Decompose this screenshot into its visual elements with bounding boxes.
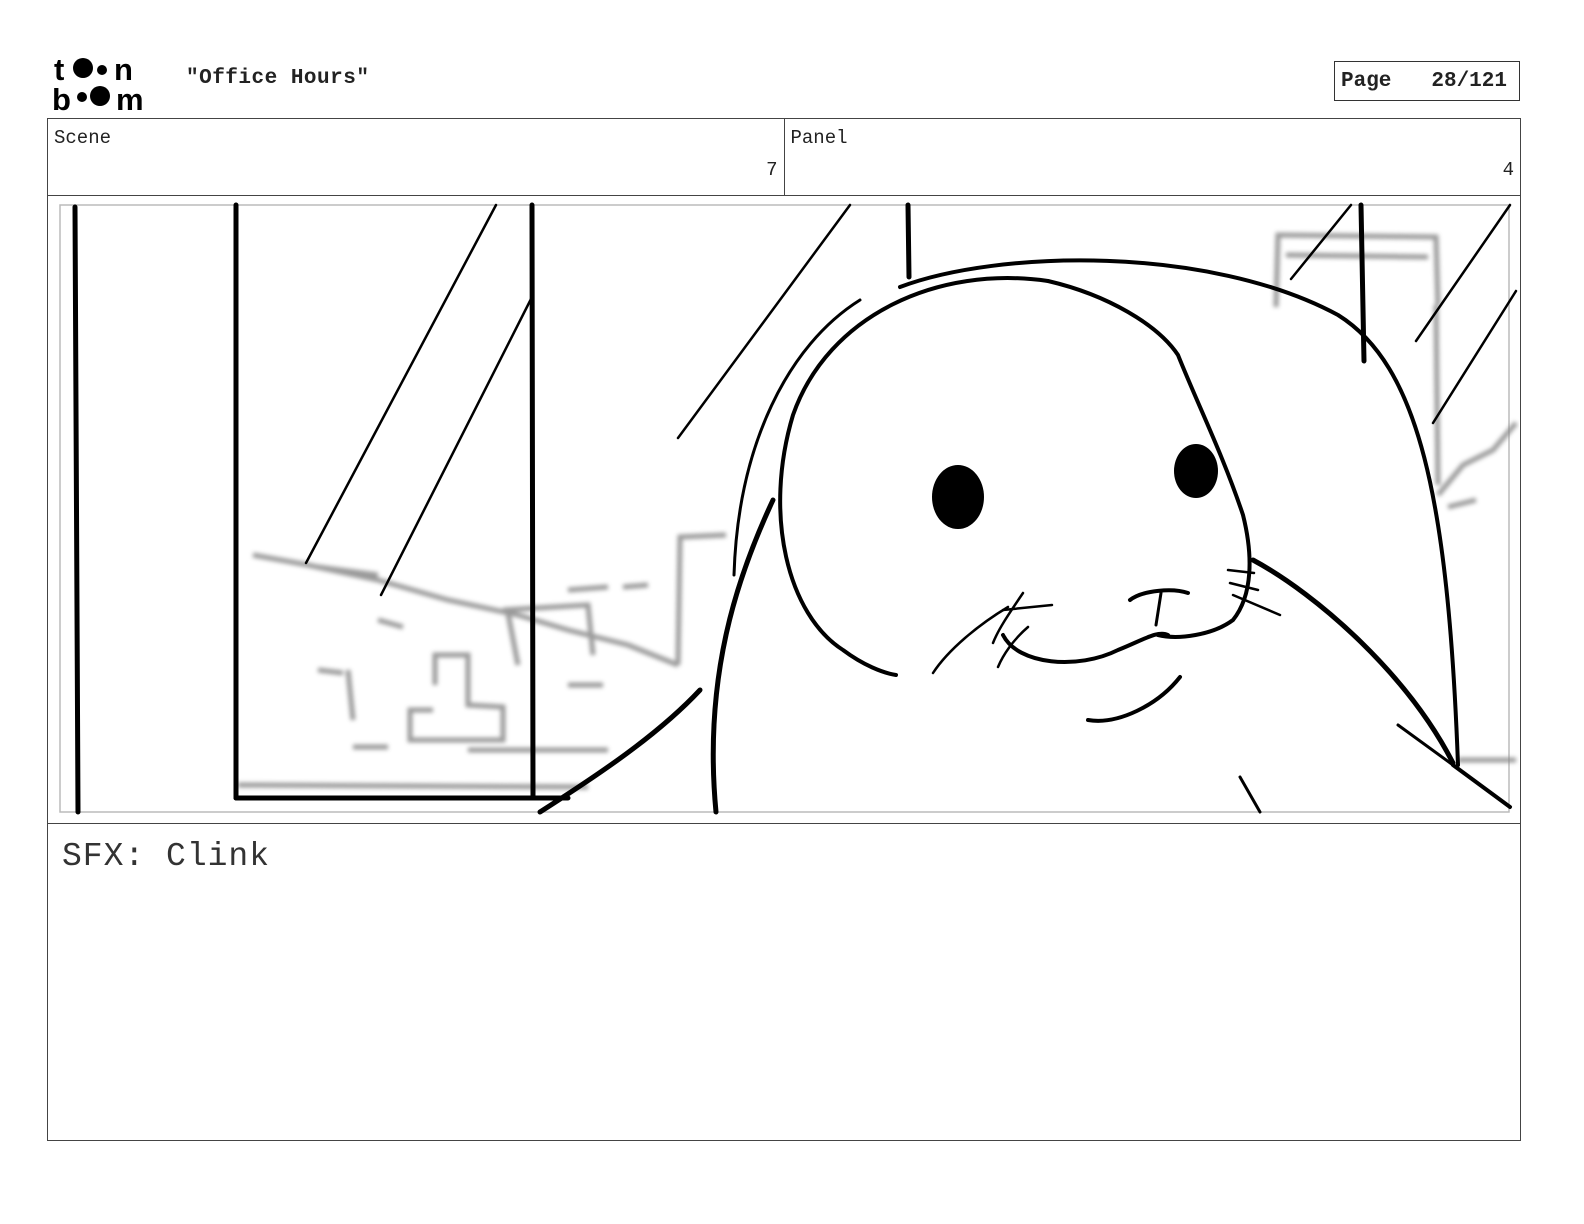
project-title: "Office Hours" bbox=[186, 67, 370, 90]
page-indicator: Page 28/121 bbox=[1334, 61, 1520, 101]
scene-value: 7 bbox=[766, 159, 778, 181]
toon-boom-logo: t n b m bbox=[52, 52, 144, 112]
page-label: Page bbox=[1341, 69, 1392, 93]
svg-text:m: m bbox=[116, 82, 144, 112]
panel-value: 4 bbox=[1502, 159, 1514, 181]
caption-text: SFX: Clink bbox=[62, 838, 271, 875]
scene-label: Scene bbox=[54, 127, 112, 149]
storyboard-panel bbox=[47, 195, 1521, 824]
scene-cell: Scene 7 bbox=[48, 119, 784, 195]
svg-text:b: b bbox=[52, 82, 71, 112]
scene-panel-info: Scene 7 Panel 4 bbox=[47, 118, 1521, 196]
page-number: 28/121 bbox=[1431, 69, 1507, 93]
dialogue-caption: SFX: Clink bbox=[47, 823, 1521, 1141]
panel-label: Panel bbox=[790, 127, 848, 149]
panel-cell: Panel 4 bbox=[783, 119, 1521, 195]
storyboard-sketch bbox=[59, 202, 1518, 815]
